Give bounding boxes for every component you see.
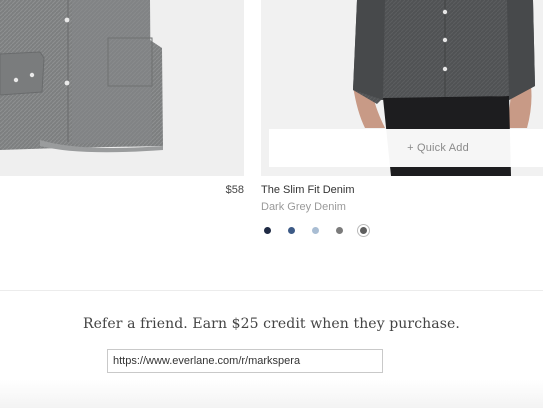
swatch-dark-grey-selected[interactable] — [358, 225, 369, 236]
shirt-flatlay-illustration — [0, 0, 163, 153]
referral-message: Refer a friend. Earn $25 credit when the… — [83, 316, 460, 332]
product-color-name: Dark Grey Denim — [261, 201, 346, 213]
footer-fade — [0, 380, 543, 408]
quick-add-button[interactable]: + Quick Add — [269, 129, 543, 167]
swatch-blue[interactable] — [288, 227, 295, 234]
product-grid-page: + Quick Add $58 The Slim Fit Denim Dark … — [0, 0, 543, 408]
quick-add-label: + Quick Add — [407, 142, 469, 154]
product-price: $58 — [225, 184, 244, 196]
referral-link-input[interactable] — [107, 349, 383, 373]
swatch-light-blue[interactable] — [312, 227, 319, 234]
swatch-grey[interactable] — [336, 227, 343, 234]
product-name[interactable]: The Slim Fit Denim — [261, 184, 355, 196]
swatch-navy[interactable] — [264, 227, 271, 234]
product-image-shirt-flatlay[interactable] — [0, 0, 244, 176]
color-swatches — [261, 223, 381, 239]
section-divider — [0, 290, 543, 291]
